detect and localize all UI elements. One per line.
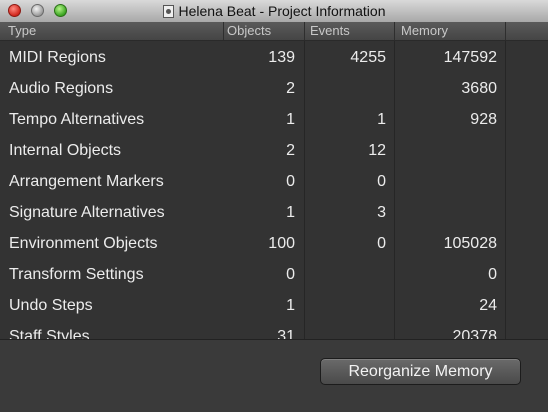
table-row[interactable]: Signature Alternatives 1 3 — [0, 197, 548, 228]
table-row[interactable]: Environment Objects 100 0 105028 — [0, 228, 548, 259]
table-row[interactable]: Tempo Alternatives 1 1 928 — [0, 104, 548, 135]
cell-type: Internal Objects — [9, 142, 122, 159]
cell-objects: 31 — [277, 328, 295, 339]
cell-objects: 2 — [286, 80, 295, 97]
cell-type: Audio Regions — [9, 80, 114, 97]
cell-objects: 100 — [268, 235, 295, 252]
title-container: Helena Beat - Project Information — [0, 0, 548, 22]
table-row[interactable]: Arrangement Markers 0 0 — [0, 166, 548, 197]
cell-objects: 1 — [286, 297, 295, 314]
table-row[interactable]: Transform Settings 0 0 — [0, 259, 548, 290]
column-divider — [223, 22, 224, 40]
column-divider — [394, 22, 395, 40]
cell-objects: 0 — [286, 173, 295, 190]
window-footer: Reorganize Memory — [0, 339, 548, 412]
column-divider — [505, 22, 506, 40]
cell-type: Environment Objects — [9, 235, 158, 252]
window-title: Helena Beat - Project Information — [178, 3, 386, 19]
cell-memory: 3680 — [461, 80, 497, 97]
cell-type: Undo Steps — [9, 297, 93, 314]
cell-events: 1 — [377, 111, 386, 128]
cell-events: 3 — [377, 204, 386, 221]
table-row[interactable]: Internal Objects 2 12 — [0, 135, 548, 166]
table-row[interactable]: Undo Steps 1 24 — [0, 290, 548, 321]
cell-events: 0 — [377, 173, 386, 190]
cell-objects: 0 — [286, 266, 295, 283]
column-header-events[interactable]: Events — [310, 23, 350, 38]
column-header: Type Objects Events Memory — [0, 22, 548, 41]
column-header-type[interactable]: Type — [8, 23, 36, 38]
cell-type: Tempo Alternatives — [9, 111, 145, 128]
cell-objects: 139 — [268, 49, 295, 66]
document-icon — [162, 4, 174, 18]
cell-objects: 1 — [286, 204, 295, 221]
column-divider — [304, 22, 305, 40]
cell-memory: 24 — [479, 297, 497, 314]
cell-objects: 1 — [286, 111, 295, 128]
column-header-memory[interactable]: Memory — [401, 23, 448, 38]
cell-type: Arrangement Markers — [9, 173, 164, 190]
title-bar[interactable]: Helena Beat - Project Information — [0, 0, 548, 23]
table-row[interactable]: MIDI Regions 139 4255 147592 — [0, 42, 548, 73]
cell-memory: 105028 — [443, 235, 497, 252]
cell-events: 0 — [377, 235, 386, 252]
project-information-window: Helena Beat - Project Information Type O… — [0, 0, 548, 412]
project-info-table: MIDI Regions 139 4255 147592 Audio Regio… — [0, 41, 548, 339]
cell-memory: 147592 — [443, 49, 497, 66]
cell-type: Transform Settings — [9, 266, 144, 283]
cell-events: 4255 — [350, 49, 386, 66]
table-row[interactable]: Staff Styles 31 20378 — [0, 321, 548, 339]
cell-memory: 20378 — [452, 328, 498, 339]
cell-type: Staff Styles — [9, 328, 90, 339]
cell-objects: 2 — [286, 142, 295, 159]
cell-type: Signature Alternatives — [9, 204, 165, 221]
cell-events: 12 — [368, 142, 386, 159]
table-row[interactable]: Audio Regions 2 3680 — [0, 73, 548, 104]
cell-memory: 0 — [488, 266, 497, 283]
column-header-objects[interactable]: Objects — [227, 23, 271, 38]
cell-memory: 928 — [470, 111, 497, 128]
cell-type: MIDI Regions — [9, 49, 106, 66]
reorganize-memory-button[interactable]: Reorganize Memory — [320, 358, 521, 385]
